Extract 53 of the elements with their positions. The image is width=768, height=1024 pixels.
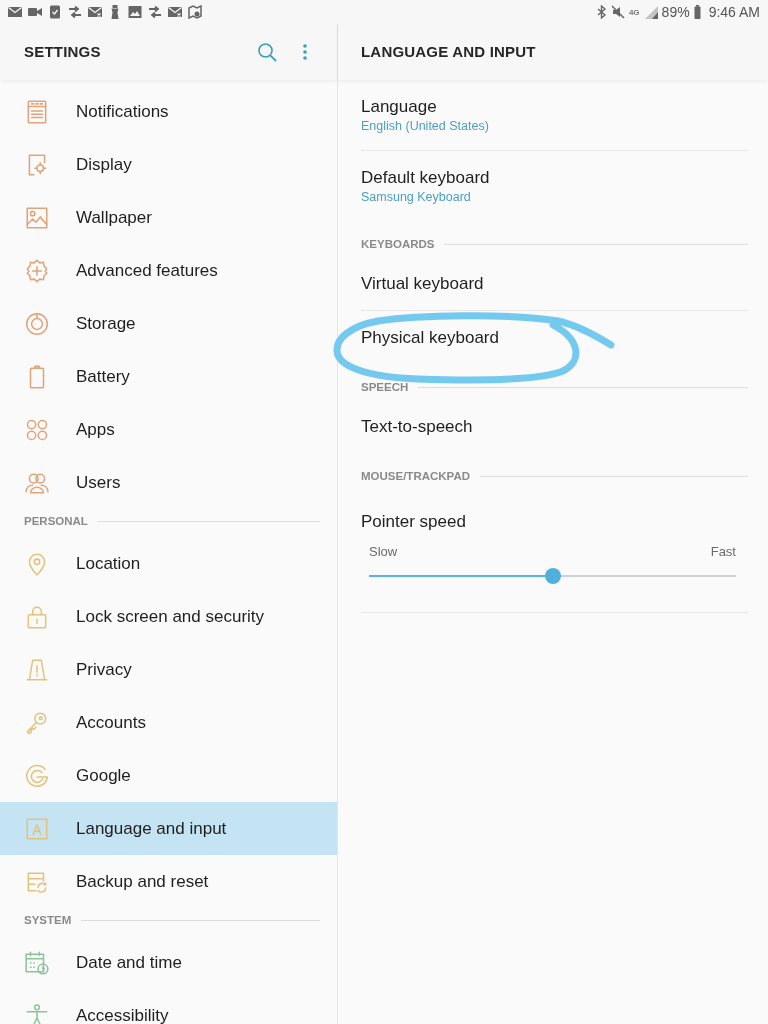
settings-menu-item[interactable]: Storage bbox=[0, 297, 337, 350]
map-icon bbox=[188, 5, 202, 19]
video-camera-icon bbox=[28, 5, 42, 19]
option-title[interactable]: Default keyboard bbox=[361, 168, 748, 188]
network-label: 4G bbox=[628, 8, 640, 17]
settings-menu-item[interactable]: Google bbox=[0, 749, 337, 802]
battery-icon bbox=[693, 5, 701, 19]
more-options-icon[interactable] bbox=[303, 44, 307, 60]
section-label: SYSTEM bbox=[24, 913, 72, 927]
section-label: SPEECH bbox=[361, 380, 409, 394]
mail-icon bbox=[8, 5, 22, 19]
settings-menu-item[interactable]: Display bbox=[0, 138, 337, 191]
shuffle-arrows-icon bbox=[148, 5, 162, 19]
bluetooth-icon bbox=[595, 5, 607, 19]
settings-menu-item[interactable]: Users bbox=[0, 456, 337, 509]
settings-menu-item[interactable]: Accessibility bbox=[0, 989, 337, 1024]
settings-menu-item[interactable]: Backup and reset bbox=[0, 855, 337, 908]
battery-percent: 89% bbox=[661, 4, 690, 20]
settings-menu-item[interactable]: Notifications bbox=[0, 85, 337, 138]
shuffle-arrows-icon bbox=[68, 5, 82, 19]
mute-icon bbox=[610, 5, 625, 19]
settings-menu-item[interactable]: Language and input bbox=[0, 802, 337, 855]
slider-max-label: Fast bbox=[710, 544, 736, 560]
settings-menu-item[interactable]: Lock screen and security bbox=[0, 590, 337, 643]
option-title[interactable]: Virtual keyboard bbox=[361, 274, 748, 294]
image-icon bbox=[128, 5, 142, 19]
settings-menu-item[interactable]: Advanced features bbox=[0, 244, 337, 297]
mail-icon bbox=[168, 5, 182, 19]
app-title: SETTINGS bbox=[24, 41, 101, 62]
section-label: PERSONAL bbox=[24, 514, 88, 528]
option-title[interactable]: Language bbox=[361, 97, 748, 117]
section-label: KEYBOARDS bbox=[361, 237, 435, 251]
slider-thumb[interactable] bbox=[544, 568, 561, 584]
clock-time: 9:46 AM bbox=[708, 4, 760, 20]
settings-menu-item[interactable]: Apps bbox=[0, 403, 337, 456]
mail-icon bbox=[88, 5, 102, 19]
option-summary: English (United States) bbox=[361, 118, 490, 135]
option-summary: Samsung Keyboard bbox=[361, 189, 472, 206]
search-icon[interactable] bbox=[257, 42, 277, 62]
settings-menu-item[interactable]: Privacy bbox=[0, 643, 337, 696]
option-title[interactable]: Pointer speed bbox=[361, 512, 748, 532]
option-title[interactable]: Physical keyboard bbox=[361, 328, 748, 348]
section-label: MOUSE/TRACKPAD bbox=[361, 469, 471, 483]
settings-menu-item[interactable]: Battery bbox=[0, 350, 337, 403]
pane-title: LANGUAGE AND INPUT bbox=[361, 41, 536, 62]
signal-icon bbox=[643, 5, 658, 19]
settings-menu-item[interactable]: Date and time bbox=[0, 936, 337, 989]
document-check-icon bbox=[48, 5, 62, 19]
option-title[interactable]: Text-to-speech bbox=[361, 417, 748, 437]
settings-menu-item[interactable]: Location bbox=[0, 537, 337, 590]
slider-min-label: Slow bbox=[369, 544, 398, 560]
settings-menu-item[interactable]: Wallpaper bbox=[0, 191, 337, 244]
settings-menu-item[interactable]: Accounts bbox=[0, 696, 337, 749]
